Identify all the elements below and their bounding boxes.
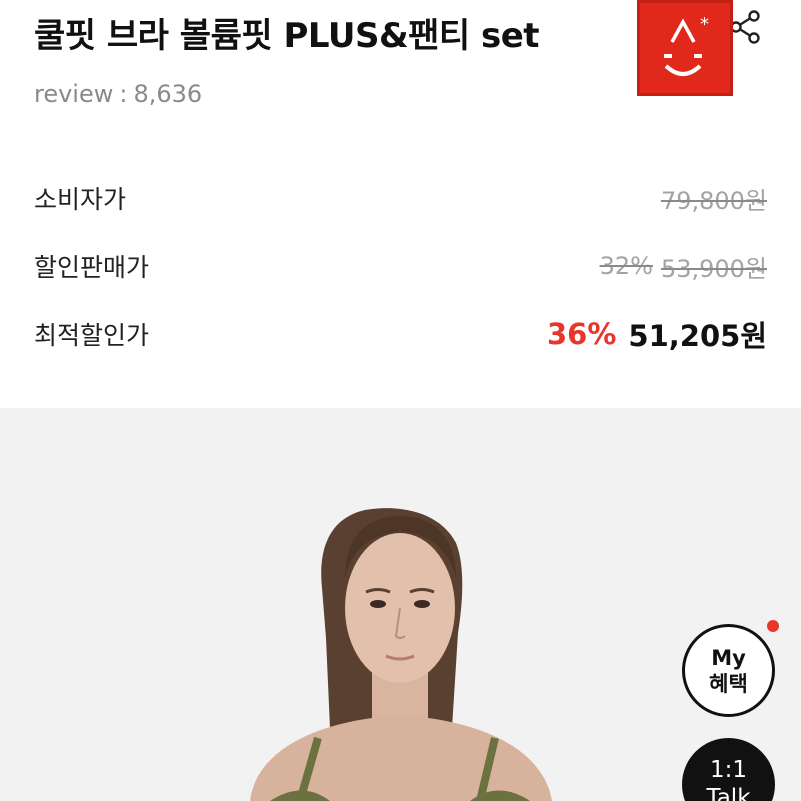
talk-line1: 1:1	[709, 757, 747, 783]
consumer-price-row: 소비자가 79,800원	[34, 176, 767, 220]
product-title: 쿨핏 브라 볼륨핏 PLUS&팬티 set	[34, 16, 540, 56]
model-photo	[250, 508, 552, 801]
brand-logo[interactable]: *	[637, 0, 733, 96]
sale-price-label: 할인판매가	[34, 253, 150, 282]
consumer-price-label: 소비자가	[34, 185, 127, 214]
product-hero-image	[0, 408, 801, 801]
sale-price-group: 32% 53,900원	[600, 249, 767, 284]
sale-price-percent: 32%	[599, 252, 653, 280]
talk-line2: Talk	[706, 785, 751, 801]
best-price-percent: 36%	[546, 317, 617, 351]
my-benefit-button[interactable]: My 혜택	[682, 624, 775, 717]
review-separator: :	[119, 80, 128, 108]
review-label: review	[34, 80, 114, 108]
best-price-group: 36% 51,205원	[547, 313, 767, 355]
sale-price-value: 53,900원	[660, 254, 767, 283]
best-price-row: 최적할인가 36% 51,205원	[34, 312, 767, 356]
review-number: 8,636	[133, 80, 203, 108]
review-count[interactable]: review:8,636	[34, 80, 202, 108]
sale-price-row: 할인판매가 32% 53,900원	[34, 244, 767, 288]
notification-dot	[767, 620, 779, 632]
best-price-value: 51,205원	[628, 319, 767, 353]
consumer-price-value: 79,800원	[660, 186, 767, 215]
my-benefit-line2: 혜택	[709, 671, 748, 696]
brand-logo-icon: *	[664, 14, 709, 76]
my-benefit-line1: My	[711, 645, 746, 670]
best-price-label: 최적할인가	[34, 321, 150, 350]
svg-text:*: *	[700, 14, 709, 35]
